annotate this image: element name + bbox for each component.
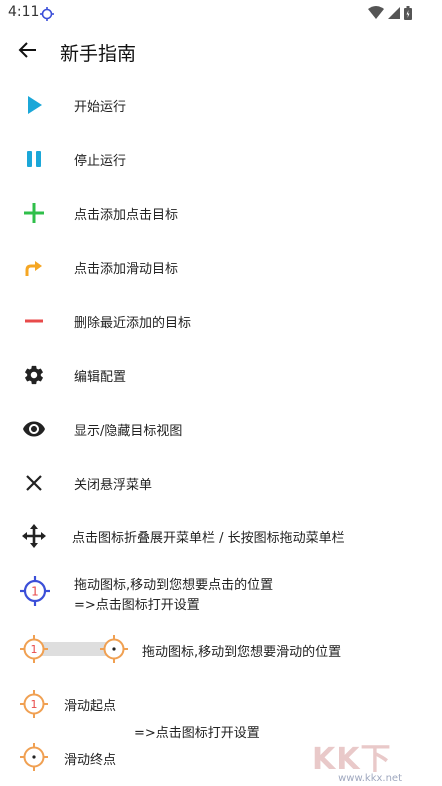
- battery-icon: [404, 5, 412, 24]
- close-icon: [18, 469, 50, 497]
- list-item-label: 删除最近添加的目标: [74, 316, 192, 331]
- swipe-end-label: 滑动终点: [64, 753, 117, 768]
- list-item-close-menu: 关闭悬浮菜单: [0, 463, 442, 503]
- list-item-menu-bar: 点击图标折叠展开菜单栏 / 长按图标拖动菜单栏: [0, 516, 442, 556]
- signal-icon: [388, 5, 400, 24]
- wifi-icon: [368, 5, 384, 24]
- tap-guide-line2: =>点击图标打开设置: [74, 598, 200, 613]
- list-item-toggle-view: 显示/隐藏目标视图: [0, 409, 442, 449]
- tap-target-icon: 1: [20, 576, 50, 610]
- watermark: KK下载 www.kkx.net: [312, 734, 422, 784]
- location-target-icon: [40, 6, 54, 25]
- swipe-settings-hint: =>点击图标打开设置: [134, 726, 260, 741]
- tap-target-number: 1: [31, 585, 39, 599]
- swipe-end-legend-icon: [20, 743, 48, 775]
- play-icon: [18, 91, 50, 119]
- swipe-start-legend-number: 1: [31, 698, 38, 711]
- back-button[interactable]: [14, 38, 42, 66]
- plus-icon: [18, 199, 50, 227]
- eye-icon: [18, 415, 50, 443]
- swipe-start-icon: 1: [20, 635, 48, 667]
- list-item-label: 编辑配置: [74, 370, 127, 385]
- swipe-start-number: 1: [31, 643, 38, 656]
- list-item-label: 点击添加点击目标: [74, 208, 179, 223]
- swipe-start-label: 滑动起点: [64, 699, 117, 714]
- move-icon: [18, 522, 50, 550]
- list-item-label: 关闭悬浮菜单: [74, 478, 153, 493]
- swipe-arrow-icon: [18, 253, 50, 281]
- status-time: 4:11: [8, 4, 40, 20]
- back-arrow-icon: [18, 40, 38, 64]
- watermark-url: www.kkx.net: [338, 773, 402, 784]
- list-item-label: 点击添加滑动目标: [74, 262, 179, 277]
- list-item-add-swipe: 点击添加滑动目标: [0, 247, 442, 287]
- gear-icon: [18, 361, 50, 389]
- swipe-end-icon: [100, 635, 128, 667]
- swipe-start-legend-icon: 1: [20, 690, 48, 722]
- list-item-label: 显示/隐藏目标视图: [74, 424, 183, 439]
- status-bar: 4:11: [0, 0, 442, 26]
- page-title: 新手指南: [60, 43, 137, 65]
- list-item-add-tap: 点击添加点击目标: [0, 193, 442, 233]
- list-item-edit-config: 编辑配置: [0, 355, 442, 395]
- list-item-start: 开始运行: [0, 85, 442, 125]
- pause-icon: [18, 145, 50, 173]
- minus-icon: [18, 307, 50, 335]
- list-item-label: 点击图标折叠展开菜单栏 / 长按图标拖动菜单栏: [72, 531, 345, 546]
- list-item-stop: 停止运行: [0, 139, 442, 179]
- app-bar: 新手指南: [0, 26, 442, 80]
- tap-guide-line1: 拖动图标,移动到您想要点击的位置: [74, 578, 274, 593]
- swipe-guide-desc: 拖动图标,移动到您想要滑动的位置: [142, 645, 342, 660]
- list-item-delete-last: 删除最近添加的目标: [0, 301, 442, 341]
- list-item-label: 开始运行: [74, 100, 127, 115]
- list-item-label: 停止运行: [74, 154, 127, 169]
